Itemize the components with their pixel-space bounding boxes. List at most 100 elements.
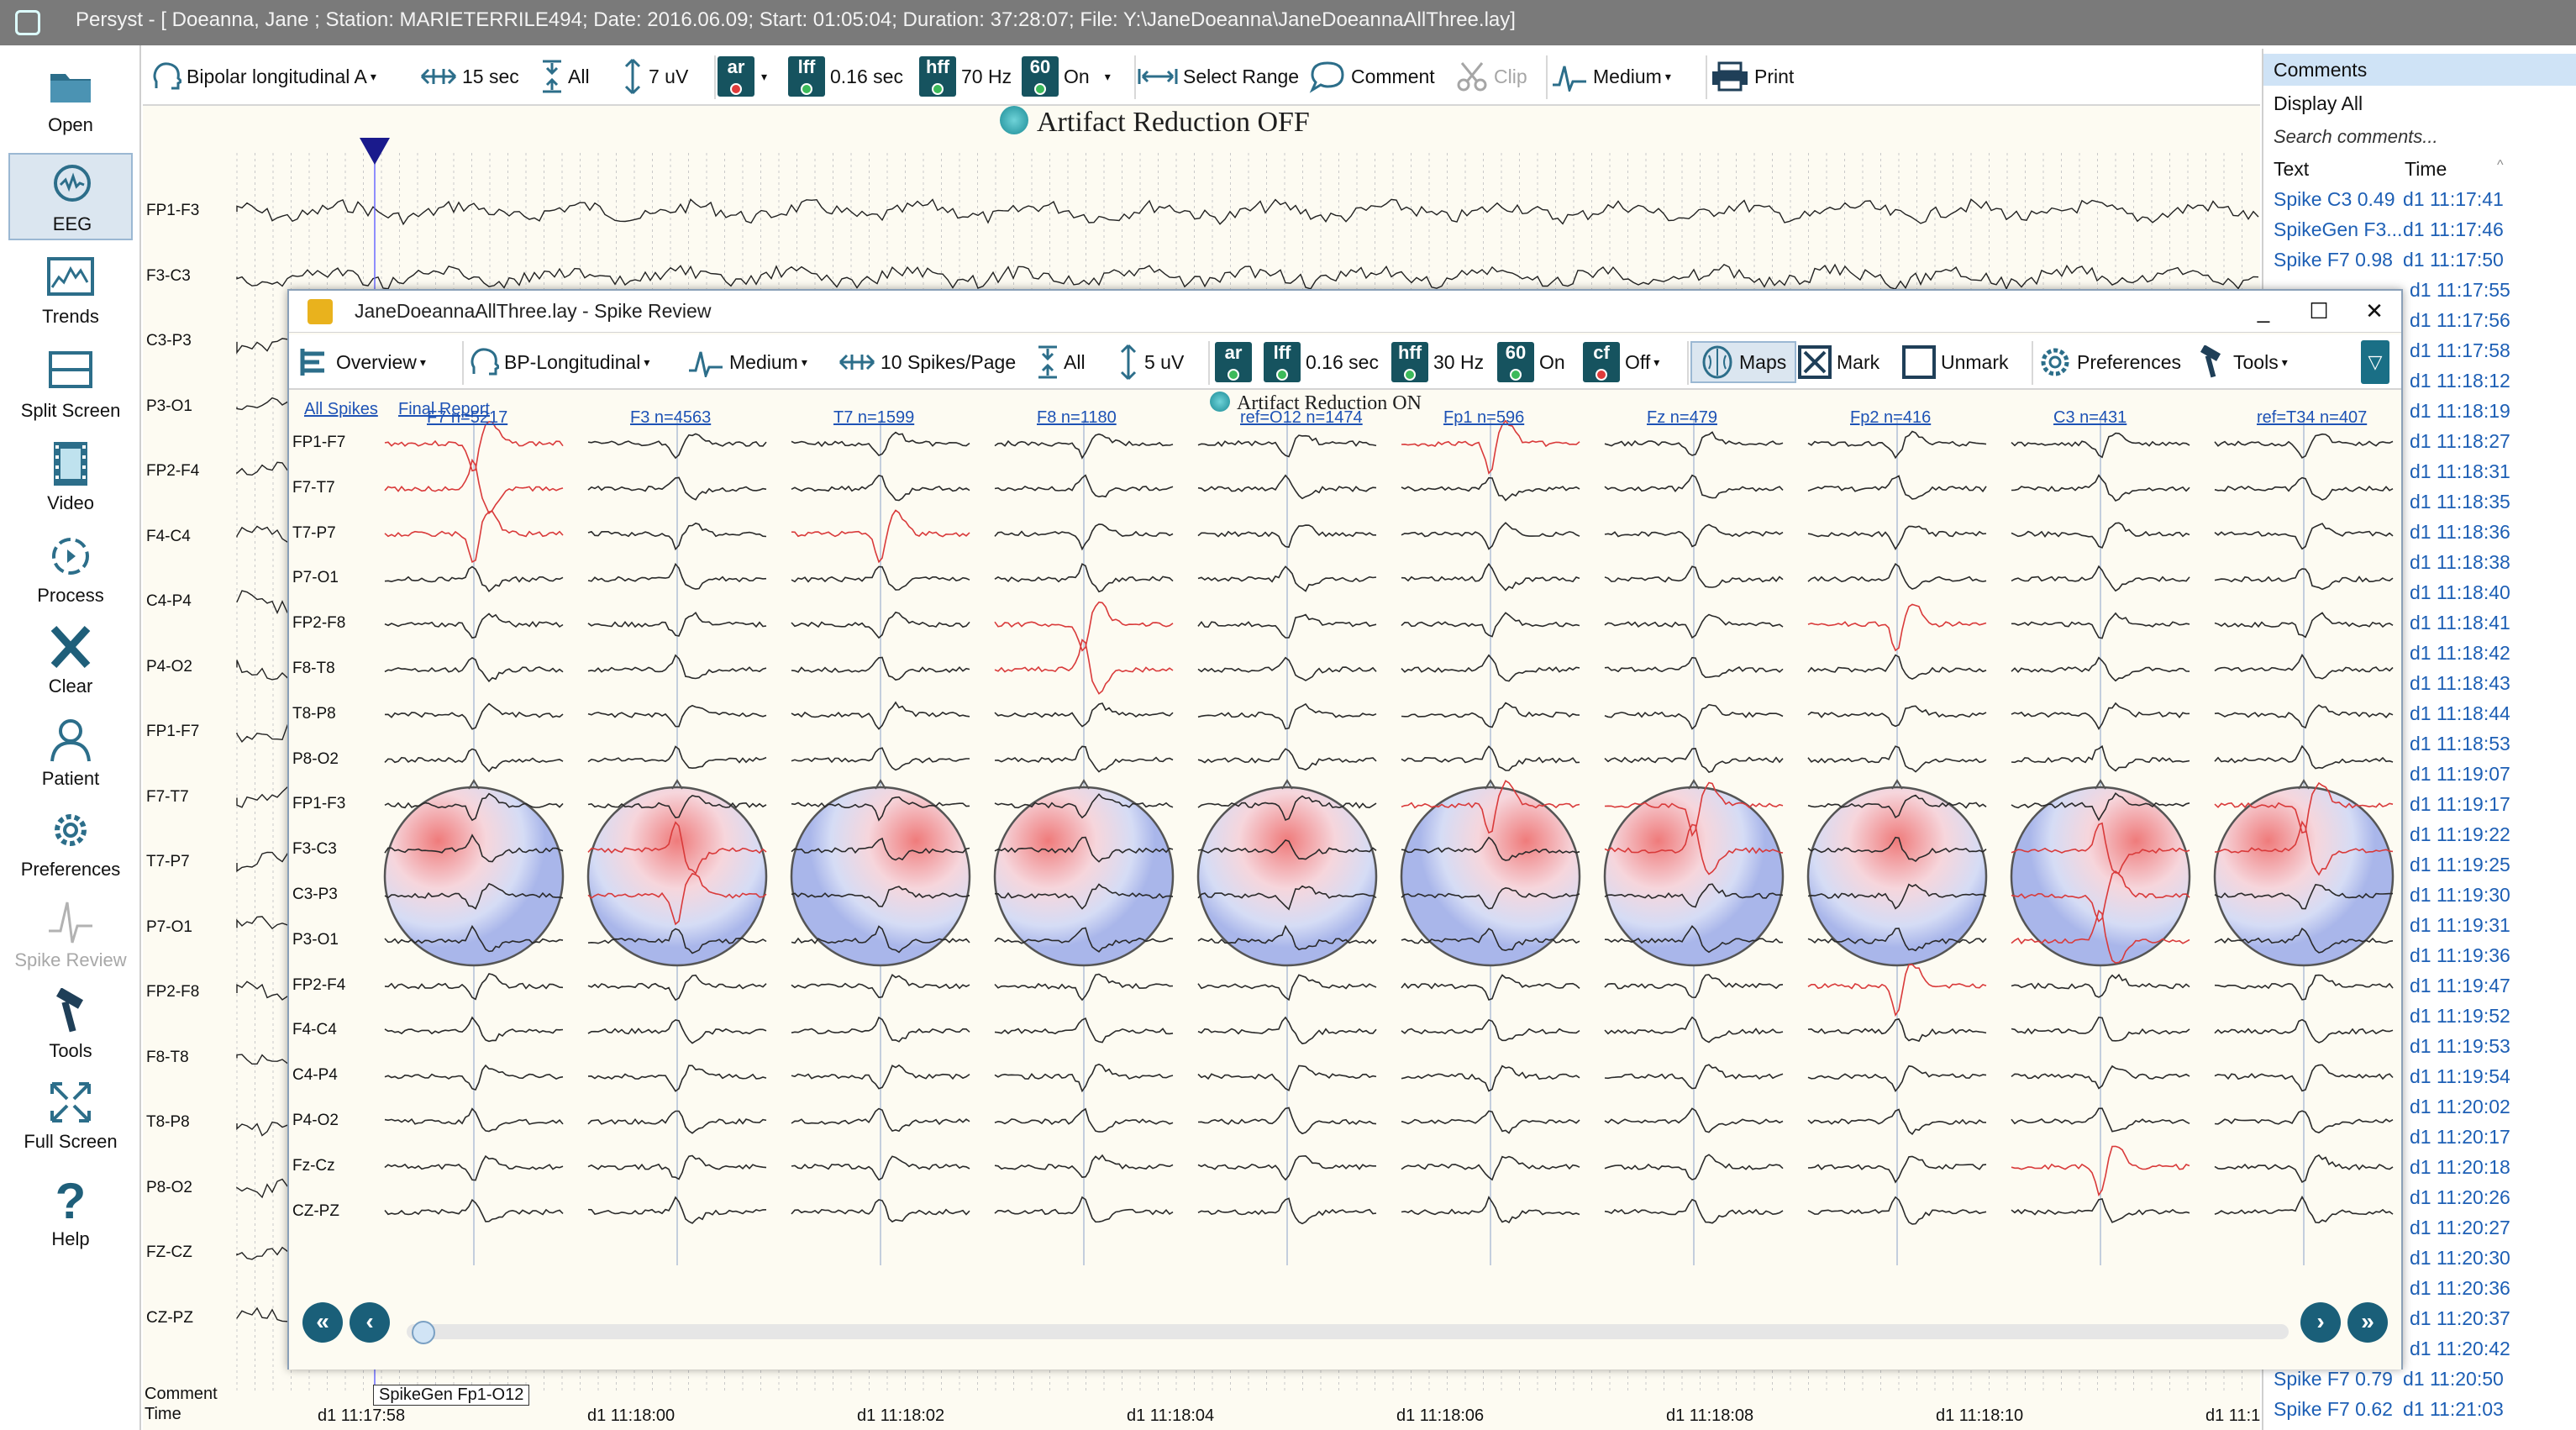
- comment-time: d1 11:18:36: [2410, 521, 2510, 543]
- sidebar-clear-button[interactable]: Clear: [8, 617, 133, 704]
- comment-tag[interactable]: SpikeGen Fp1-O12: [373, 1385, 530, 1406]
- filter-funnel-button[interactable]: ▽: [2361, 340, 2389, 384]
- scrollbar-thumb[interactable]: [412, 1321, 435, 1344]
- comment-row[interactable]: Spike F7 0.98 d1 11:17:50: [2263, 249, 2576, 279]
- maximize-button[interactable]: ☐: [2300, 294, 2337, 328]
- column-header-text[interactable]: Text: [2274, 158, 2309, 181]
- spike-group-header[interactable]: F7 n=5217: [427, 408, 507, 428]
- review-speed-dropdown[interactable]: Medium ▾: [687, 341, 807, 383]
- spikes-per-page-control[interactable]: 10 Spikes/Page: [839, 341, 1016, 383]
- review-preferences-button[interactable]: Preferences: [2038, 341, 2181, 383]
- sidebar-video-button[interactable]: Video: [8, 434, 133, 521]
- review-cf-button[interactable]: cf Off ▾: [1583, 341, 1659, 383]
- spike-group-header[interactable]: ref=O12 n=1474: [1240, 408, 1363, 428]
- lff-button[interactable]: lff 0.16 sec: [788, 55, 903, 97]
- sidebar-open-button[interactable]: Open: [8, 55, 133, 143]
- close-button[interactable]: ✕: [2356, 294, 2393, 328]
- hff-badge-icon: hff: [919, 56, 956, 97]
- print-button[interactable]: Print: [1711, 55, 1794, 97]
- next-page-button[interactable]: ›: [2300, 1302, 2341, 1343]
- comment-time: d1 11:20:26: [2410, 1186, 2510, 1208]
- sidebar-help-button[interactable]: ? Help: [8, 1170, 133, 1257]
- spike-group-header[interactable]: C3 n=431: [2053, 408, 2127, 428]
- comment-time: d1 11:20:27: [2410, 1217, 2510, 1238]
- montage-dropdown[interactable]: Bipolar longitudinal A ▾: [151, 55, 376, 97]
- spike-group-header[interactable]: Fz n=479: [1647, 408, 1717, 428]
- comment-text: Spike C3 0.49: [2274, 188, 2395, 210]
- sidebar-spike-review-button[interactable]: Spike Review: [8, 891, 133, 978]
- sensitivity-control[interactable]: 7 uV: [622, 55, 688, 97]
- speed-label: Medium: [1593, 65, 1662, 87]
- review-notch-button[interactable]: 60 On: [1497, 341, 1565, 383]
- hammer-icon: [2200, 345, 2221, 378]
- clip-button[interactable]: Clip: [1455, 55, 1527, 97]
- comment-time: d1 11:19:53: [2410, 1035, 2510, 1057]
- review-tools-dropdown[interactable]: Tools ▾: [2195, 341, 2288, 383]
- sidebar-tools-button[interactable]: Tools: [8, 981, 133, 1069]
- bp-montage-dropdown[interactable]: BP-Longitudinal ▾: [469, 341, 649, 383]
- review-hff-button[interactable]: hff 30 Hz: [1391, 341, 1484, 383]
- timebase-control[interactable]: 15 sec: [420, 55, 519, 97]
- comment-row[interactable]: Spike F7 0.62 d1 11:21:03: [2263, 1398, 2576, 1428]
- comment-row[interactable]: SpikeGen F3... d1 11:17:46: [2263, 218, 2576, 249]
- first-page-button[interactable]: «: [302, 1302, 343, 1343]
- overview-dropdown[interactable]: Overview ▾: [297, 341, 426, 383]
- sidebar-eeg-button[interactable]: EEG: [8, 153, 133, 240]
- artifact-reduction-button[interactable]: ar ▾: [718, 55, 767, 97]
- search-comments-input[interactable]: Search comments...: [2274, 126, 2438, 148]
- sidebar-trends-button[interactable]: Trends: [8, 247, 133, 334]
- sidebar-patient-button[interactable]: Patient: [8, 709, 133, 796]
- select-range-button[interactable]: Select Range: [1138, 55, 1299, 97]
- notch-button[interactable]: 60 On ▾: [1022, 55, 1111, 97]
- review-sensitivity-control[interactable]: 5 uV: [1117, 341, 1184, 383]
- review-sensitivity-label: 5 uV: [1144, 350, 1185, 373]
- unmark-button[interactable]: Unmark: [1902, 341, 2009, 383]
- review-lff-button[interactable]: lff 0.16 sec: [1264, 341, 1379, 383]
- main-channel-label: CZ-PZ: [146, 1308, 193, 1327]
- spike-group-header[interactable]: F8 n=1180: [1037, 408, 1117, 428]
- comment-button[interactable]: Comment: [1309, 55, 1435, 97]
- svg-text:?: ?: [55, 1176, 87, 1223]
- review-channels-control[interactable]: All: [1037, 341, 1086, 383]
- spike-group-header[interactable]: T7 n=1599: [833, 408, 914, 428]
- comment-time: d1 11:19:22: [2410, 823, 2510, 845]
- speed-dropdown[interactable]: Medium ▾: [1551, 55, 1671, 97]
- spikes-per-page-label: 10 Spikes/Page: [881, 350, 1017, 373]
- mark-button[interactable]: Mark: [1798, 341, 1879, 383]
- time-tick-label: d1 11:17:58: [318, 1406, 406, 1425]
- sidebar-item-label: Tools: [49, 1040, 92, 1061]
- minimize-button[interactable]: _: [2245, 294, 2282, 328]
- main-channel-label: P8-O2: [146, 1178, 192, 1196]
- channels-control[interactable]: All: [541, 55, 590, 97]
- spike-group-header[interactable]: Fp2 n=416: [1850, 408, 1931, 428]
- review-channel-label: P4-O2: [292, 1112, 339, 1129]
- spike-group-header[interactable]: Fp1 n=596: [1443, 408, 1524, 428]
- sidebar-process-button[interactable]: Process: [8, 526, 133, 613]
- topographic-map: [1603, 786, 1785, 967]
- comment-row[interactable]: Spike C3 0.49 d1 11:17:41: [2263, 188, 2576, 218]
- maps-toggle-button[interactable]: Maps: [1690, 341, 1797, 383]
- vertical-arrows-icon: [1120, 344, 1137, 381]
- sidebar-preferences-button[interactable]: Preferences: [8, 800, 133, 887]
- page-scrollbar[interactable]: [407, 1324, 2289, 1339]
- comment-row[interactable]: Spike F7 0.79 d1 11:20:50: [2263, 1368, 2576, 1398]
- time-row-label: Time: [145, 1405, 181, 1423]
- comment-time: d1 11:19:07: [2410, 763, 2510, 785]
- sidebar-full-screen-button[interactable]: Full Screen: [8, 1072, 133, 1159]
- hff-button[interactable]: hff 70 Hz: [919, 55, 1012, 97]
- column-header-time[interactable]: Time: [2405, 158, 2447, 181]
- spike-review-canvas[interactable]: All Spikes Final Report Artifact Reducti…: [289, 392, 2401, 1265]
- spike-group-header[interactable]: F3 n=4563: [630, 408, 711, 428]
- film-icon: [54, 442, 87, 486]
- sidebar-item-label: Preferences: [20, 859, 121, 880]
- display-all-option[interactable]: Display All: [2274, 92, 2363, 115]
- toolbar-separator: [1134, 55, 1136, 99]
- lff-value: 0.16 sec: [830, 65, 903, 87]
- previous-page-button[interactable]: ‹: [350, 1302, 390, 1343]
- last-page-button[interactable]: »: [2347, 1302, 2388, 1343]
- review-ar-button[interactable]: ar: [1215, 341, 1252, 383]
- comment-time: d1 11:20:42: [2410, 1338, 2510, 1359]
- comment-time: d1 11:19:54: [2410, 1065, 2510, 1087]
- spike-group-header[interactable]: ref=T34 n=407: [2257, 408, 2367, 428]
- sidebar-split-screen-button[interactable]: Split Screen: [8, 341, 133, 428]
